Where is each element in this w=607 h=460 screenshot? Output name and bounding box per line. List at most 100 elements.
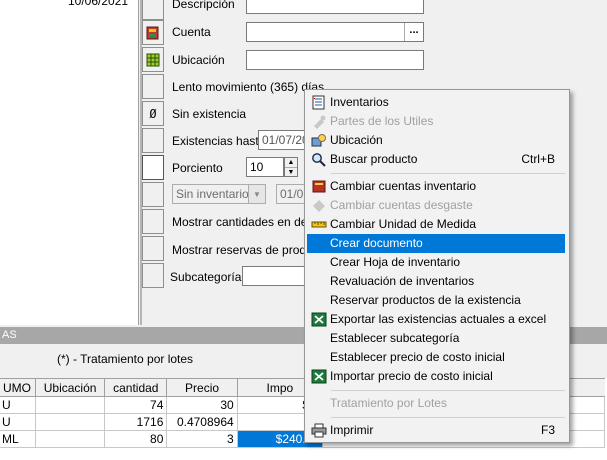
menu-item-label: Revaluación de inventarios xyxy=(330,274,475,288)
menu-item-label: Exportar las existencias actuales a exce… xyxy=(330,312,547,326)
cell-precio[interactable]: 30 xyxy=(166,396,238,414)
menu-item-label: Crear Hoja de inventario xyxy=(330,255,461,269)
cell-ubicacion[interactable] xyxy=(34,396,106,414)
menu-item-crear-hoja-inventario[interactable]: Crear Hoja de inventario xyxy=(307,253,565,272)
porciento-field[interactable]: 10 xyxy=(246,157,284,177)
subcategoria-field[interactable] xyxy=(242,266,308,286)
mostrar-reservas-label: Mostrar reservas de product xyxy=(172,243,323,257)
location-icon xyxy=(311,134,326,147)
legend-text: (*) - Tratamiento por lotes xyxy=(57,352,194,366)
sin-inventario-select[interactable]: Sin inventario ▼ xyxy=(172,184,266,204)
cell-umo[interactable]: U xyxy=(0,413,36,431)
date-text: 10/06/2021 xyxy=(68,0,129,8)
menu-item-label: Cambiar cuentas desgaste xyxy=(330,198,473,212)
empty-cell[interactable] xyxy=(142,263,164,288)
menu-item-imprimir[interactable]: Imprimir F3 xyxy=(307,421,565,440)
cell-umo[interactable]: U xyxy=(0,396,36,414)
empty-cell[interactable] xyxy=(142,0,164,20)
sin-inventario-value: Sin inventario xyxy=(176,187,249,201)
menu-item-cambiar-cuentas-inventario[interactable]: Cambiar cuentas inventario xyxy=(307,177,565,196)
menu-item-label: Ubicación xyxy=(330,133,383,147)
excel-icon xyxy=(311,312,327,327)
location-grid-icon[interactable] xyxy=(142,47,164,72)
porciento-label: Porciento xyxy=(172,161,223,175)
menu-item-revaluacion[interactable]: Revaluación de inventarios xyxy=(307,272,565,291)
accounts-wear-icon xyxy=(313,200,325,212)
menu-separator xyxy=(331,417,565,418)
cell-precio[interactable]: 3 xyxy=(166,430,238,448)
checkbox-porciento[interactable] xyxy=(142,155,164,180)
menu-item-label: Imprimir xyxy=(330,423,374,437)
col-precio[interactable]: Precio xyxy=(166,378,238,397)
menu-item-crear-documento[interactable]: Crear documento xyxy=(307,234,565,253)
icon-column: Ø xyxy=(142,0,167,325)
subcategoria-label: Subcategoría: xyxy=(170,270,245,284)
ubicacion-field[interactable] xyxy=(246,50,424,70)
lento-movimiento-label: Lento movimiento (365) días xyxy=(172,80,325,94)
ubicacion-label: Ubicación xyxy=(172,53,225,67)
menu-item-exportar-excel[interactable]: Exportar las existencias actuales a exce… xyxy=(307,310,565,329)
section-header-text: AS xyxy=(2,329,17,341)
menu-item-ubicacion[interactable]: Ubicación xyxy=(307,131,565,150)
parts-icon xyxy=(314,115,326,129)
chevron-down-icon[interactable]: ▼ xyxy=(248,185,265,203)
empty-cell[interactable] xyxy=(142,74,164,99)
menu-item-cambiar-unidad[interactable]: Cambiar Unidad de Medida xyxy=(307,215,565,234)
inventory-list-icon xyxy=(312,95,325,110)
empty-cell[interactable] xyxy=(142,128,164,153)
printer-icon xyxy=(311,423,327,438)
menu-item-label: Buscar producto xyxy=(330,152,418,166)
col-ubicacion[interactable]: Ubicación xyxy=(34,378,106,397)
accounts-book-icon xyxy=(312,180,326,193)
sin-existencia-label: Sin existencia xyxy=(172,107,247,121)
cell-cantidad[interactable]: 74 xyxy=(104,396,168,414)
menu-item-partes-utiles[interactable]: Partes de los Utiles xyxy=(307,112,565,131)
menu-item-inventarios[interactable]: Inventarios xyxy=(307,93,565,112)
menu-item-importar-precio[interactable]: Importar precio de costo inicial xyxy=(307,367,565,386)
menu-item-label: Establecer precio de costo inicial xyxy=(330,350,505,364)
menu-item-label: Reservar productos de la existencia xyxy=(330,293,521,307)
cell-cantidad[interactable]: 80 xyxy=(104,430,168,448)
menu-item-label: Cambiar Unidad de Medida xyxy=(330,217,477,231)
menu-item-buscar-producto[interactable]: Buscar producto Ctrl+B xyxy=(307,150,565,169)
menu-separator xyxy=(331,390,565,391)
mostrar-cantidades-label: Mostrar cantidades en desg xyxy=(172,215,321,229)
descripcion-label: Descripción xyxy=(172,0,235,11)
cell-cantidad[interactable]: 1716 xyxy=(104,413,168,431)
empty-cell[interactable] xyxy=(142,209,164,234)
empty-cell[interactable] xyxy=(142,182,164,207)
cell-umo[interactable]: ML xyxy=(0,430,36,448)
empty-cell[interactable] xyxy=(142,236,164,261)
descripcion-field[interactable] xyxy=(246,0,424,14)
cell-ubicacion[interactable] xyxy=(34,430,106,448)
null-icon[interactable]: Ø xyxy=(142,101,164,126)
cell-precio[interactable]: 0.4708964 xyxy=(166,413,238,431)
menu-item-label: Tratamiento por Lotes xyxy=(330,396,447,410)
accounts-book-icon[interactable] xyxy=(142,20,164,45)
ruler-icon xyxy=(311,221,327,228)
porciento-spinner[interactable]: ▲ ▼ xyxy=(284,157,298,177)
menu-item-cambiar-cuentas-desgaste[interactable]: Cambiar cuentas desgaste xyxy=(307,196,565,215)
search-icon xyxy=(312,153,326,167)
col-umo[interactable]: UMO xyxy=(0,378,36,397)
menu-item-shortcut: Ctrl+B xyxy=(521,152,555,166)
menu-separator xyxy=(331,173,565,174)
context-menu: Inventarios Partes de los Utiles Ubicaci… xyxy=(304,89,570,443)
cuenta-field[interactable]: ... xyxy=(246,22,424,42)
excel-icon xyxy=(311,369,327,384)
menu-item-tratamiento-lotes[interactable]: Tratamiento por Lotes xyxy=(307,394,565,413)
menu-item-establecer-precio[interactable]: Establecer precio de costo inicial xyxy=(307,348,565,367)
menu-item-label: Importar precio de costo inicial xyxy=(330,369,493,383)
menu-item-reservar-productos[interactable]: Reservar productos de la existencia xyxy=(307,291,565,310)
existencias-hasta-label: Existencias hasta xyxy=(172,134,266,148)
cuenta-label: Cuenta xyxy=(172,25,211,39)
menu-item-label: Inventarios xyxy=(330,95,389,109)
menu-item-label: Crear documento xyxy=(330,236,423,250)
menu-item-label: Partes de los Utiles xyxy=(330,114,434,128)
menu-item-label: Cambiar cuentas inventario xyxy=(330,179,477,193)
menu-item-shortcut: F3 xyxy=(540,423,555,437)
col-cantidad[interactable]: cantidad xyxy=(104,378,168,397)
cell-ubicacion[interactable] xyxy=(34,413,106,431)
menu-item-establecer-subcategoria[interactable]: Establecer subcategoría xyxy=(307,329,565,348)
cuenta-browse-button[interactable]: ... xyxy=(404,23,423,41)
